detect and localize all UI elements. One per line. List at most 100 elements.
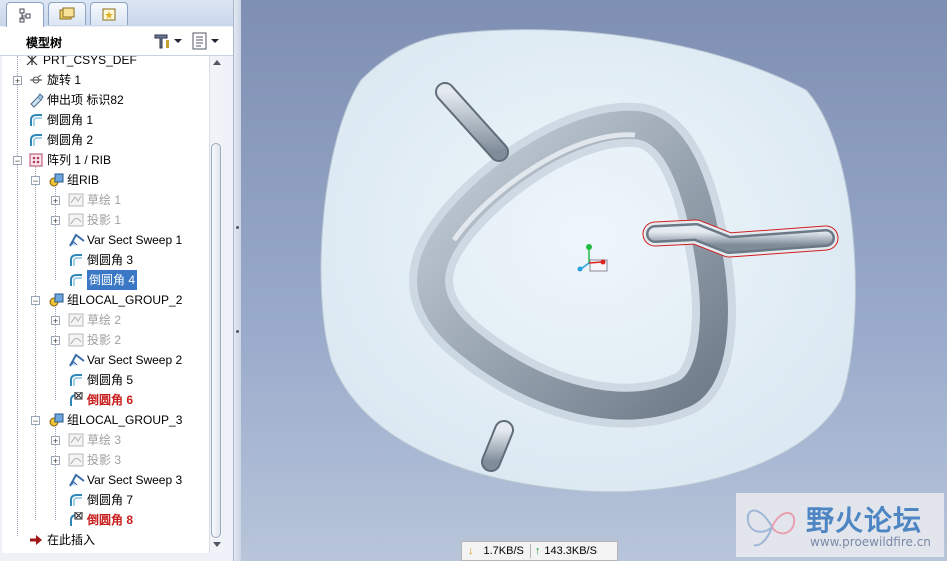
upload-arrow-icon: ↑ [534,545,541,557]
collapse-toggle[interactable]: − [31,176,40,186]
scroll-down-icon[interactable] [213,542,221,547]
tree-item-sweep-1[interactable]: Var Sect Sweep 1 [68,230,182,250]
projection-icon [68,452,84,468]
tree-item-pattern[interactable]: 阵列 1 / RIB [28,150,111,170]
collapse-toggle[interactable]: − [31,416,40,426]
favorites-icon [102,8,116,21]
tree-item-group-2[interactable]: 组LOCAL_GROUP_2 [48,290,182,310]
tree-item-round-2[interactable]: 倒圆角 2 [28,130,93,150]
tree-item-round-4[interactable]: 倒圆角 4 [68,270,138,290]
settings-dropdown-button[interactable] [152,32,182,50]
tree-item-round-5[interactable]: 倒圆角 5 [68,370,133,390]
tree-item-round-8[interactable]: 倒圆角 8 [68,510,133,530]
chevron-down-icon [211,39,219,43]
navigator-tabs [0,0,233,27]
model-view[interactable] [241,0,947,561]
model-tree-icon [19,8,31,23]
graphics-window[interactable] [241,0,947,561]
group-icon [48,292,64,308]
tree-item-label: 草绘 3 [87,433,122,447]
tree-item-round-3[interactable]: 倒圆角 3 [68,250,133,270]
expand-toggle[interactable]: + [51,336,60,346]
tree-item-label: 草绘 1 [87,193,122,207]
expand-toggle[interactable]: + [51,456,60,466]
tree-item-label: 组LOCAL_GROUP_2 [67,293,183,307]
tree-item-label: 投影 3 [87,453,122,467]
round-failed-icon [68,511,84,528]
sketch-icon [68,192,84,208]
model-tree-panel: 模型树 PRT_CSYS_DEF + 旋转 1 伸出项 标识82 倒圆角 1 倒… [0,0,233,561]
expand-toggle[interactable]: + [51,196,60,206]
download-speed: 1.7KB/S [483,545,524,557]
upload-speed: 143.3KB/S [544,545,597,557]
download-arrow-icon: ↓ [468,545,474,557]
watermark-title: 野火论坛 [806,504,923,537]
expand-toggle[interactable]: + [51,436,60,446]
tree-item-label: 倒圆角 3 [87,253,134,267]
tree-item-sketch-3[interactable]: 草绘 3 [68,430,121,450]
folder-icon [59,7,75,20]
watermark-url: www.proewildfire.cn [810,535,931,549]
tree-item-sweep-2[interactable]: Var Sect Sweep 2 [68,350,182,370]
tree-scrollbar[interactable] [209,56,223,553]
round-icon [68,272,84,288]
round-icon [28,112,44,128]
tree-item-csys[interactable]: PRT_CSYS_DEF [24,56,137,70]
tree-item-protrusion[interactable]: 伸出项 标识82 [28,90,124,110]
tab-model-tree[interactable] [6,2,44,27]
tree-item-label: 倒圆角 2 [47,133,94,147]
revolve-icon [28,72,44,88]
expand-toggle[interactable]: + [51,316,60,326]
tree-item-sketch-1[interactable]: 草绘 1 [68,190,121,210]
sketch-icon [68,312,84,328]
tree-item-label: 旋转 1 [47,73,82,87]
sweep-icon [68,472,85,488]
forum-watermark: 野火论坛 www.proewildfire.cn [736,493,944,557]
tree-item-label: 伸出项 标识82 [47,93,124,107]
tree-item-group-3[interactable]: 组LOCAL_GROUP_3 [48,410,182,430]
tree-item-label: 阵列 1 / RIB [47,153,112,167]
tree-item-label: 倒圆角 5 [87,373,134,387]
tree-item-label-failed: 倒圆角 8 [87,513,134,527]
tab-folder-browser[interactable] [48,2,86,25]
tree-item-projection-3[interactable]: 投影 3 [68,450,121,470]
tree-item-revolve[interactable]: 旋转 1 [28,70,81,90]
round-icon [68,372,84,388]
protrusion-icon [28,92,44,108]
tree-item-sweep-3[interactable]: Var Sect Sweep 3 [68,470,182,490]
insert-arrow-icon [28,532,44,548]
collapse-toggle[interactable]: − [31,296,40,306]
tree-item-label: 在此插入 [47,533,96,547]
tree-item-label: 投影 1 [87,213,122,227]
tree-item-label: Var Sect Sweep 2 [87,353,183,367]
scroll-thumb[interactable] [211,143,221,538]
tree-item-round-1[interactable]: 倒圆角 1 [28,110,93,130]
group-icon [48,412,64,428]
tree-item-round-6[interactable]: 倒圆角 6 [68,390,133,410]
projection-icon [68,332,84,348]
scroll-up-icon[interactable] [213,60,221,65]
tree-item-group-rib[interactable]: 组RIB [48,170,99,190]
tree-item-insert-here[interactable]: 在此插入 [28,530,95,550]
tree-item-sketch-2[interactable]: 草绘 2 [68,310,121,330]
tree-item-label-failed: 倒圆角 6 [87,393,134,407]
tree-title: 模型树 [26,36,63,50]
tab-favorites[interactable] [90,2,128,25]
tree-item-round-7[interactable]: 倒圆角 7 [68,490,133,510]
tree-item-label: PRT_CSYS_DEF [43,56,137,67]
group-icon [48,172,64,188]
list-icon [192,32,207,50]
projection-icon [68,212,84,228]
tree-item-label: 组RIB [67,173,100,187]
tree-item-projection-1[interactable]: 投影 1 [68,210,121,230]
csys-icon [24,56,40,68]
expand-toggle[interactable]: + [13,76,22,86]
show-dropdown-button[interactable] [191,32,219,50]
round-failed-icon [68,391,84,408]
expand-toggle[interactable]: + [51,216,60,226]
tree-item-projection-2[interactable]: 投影 2 [68,330,121,350]
round-icon [68,492,84,508]
tree-item-label: Var Sect Sweep 1 [87,233,183,247]
collapse-toggle[interactable]: − [13,156,22,166]
tree-item-label-selected: 倒圆角 4 [87,270,138,290]
